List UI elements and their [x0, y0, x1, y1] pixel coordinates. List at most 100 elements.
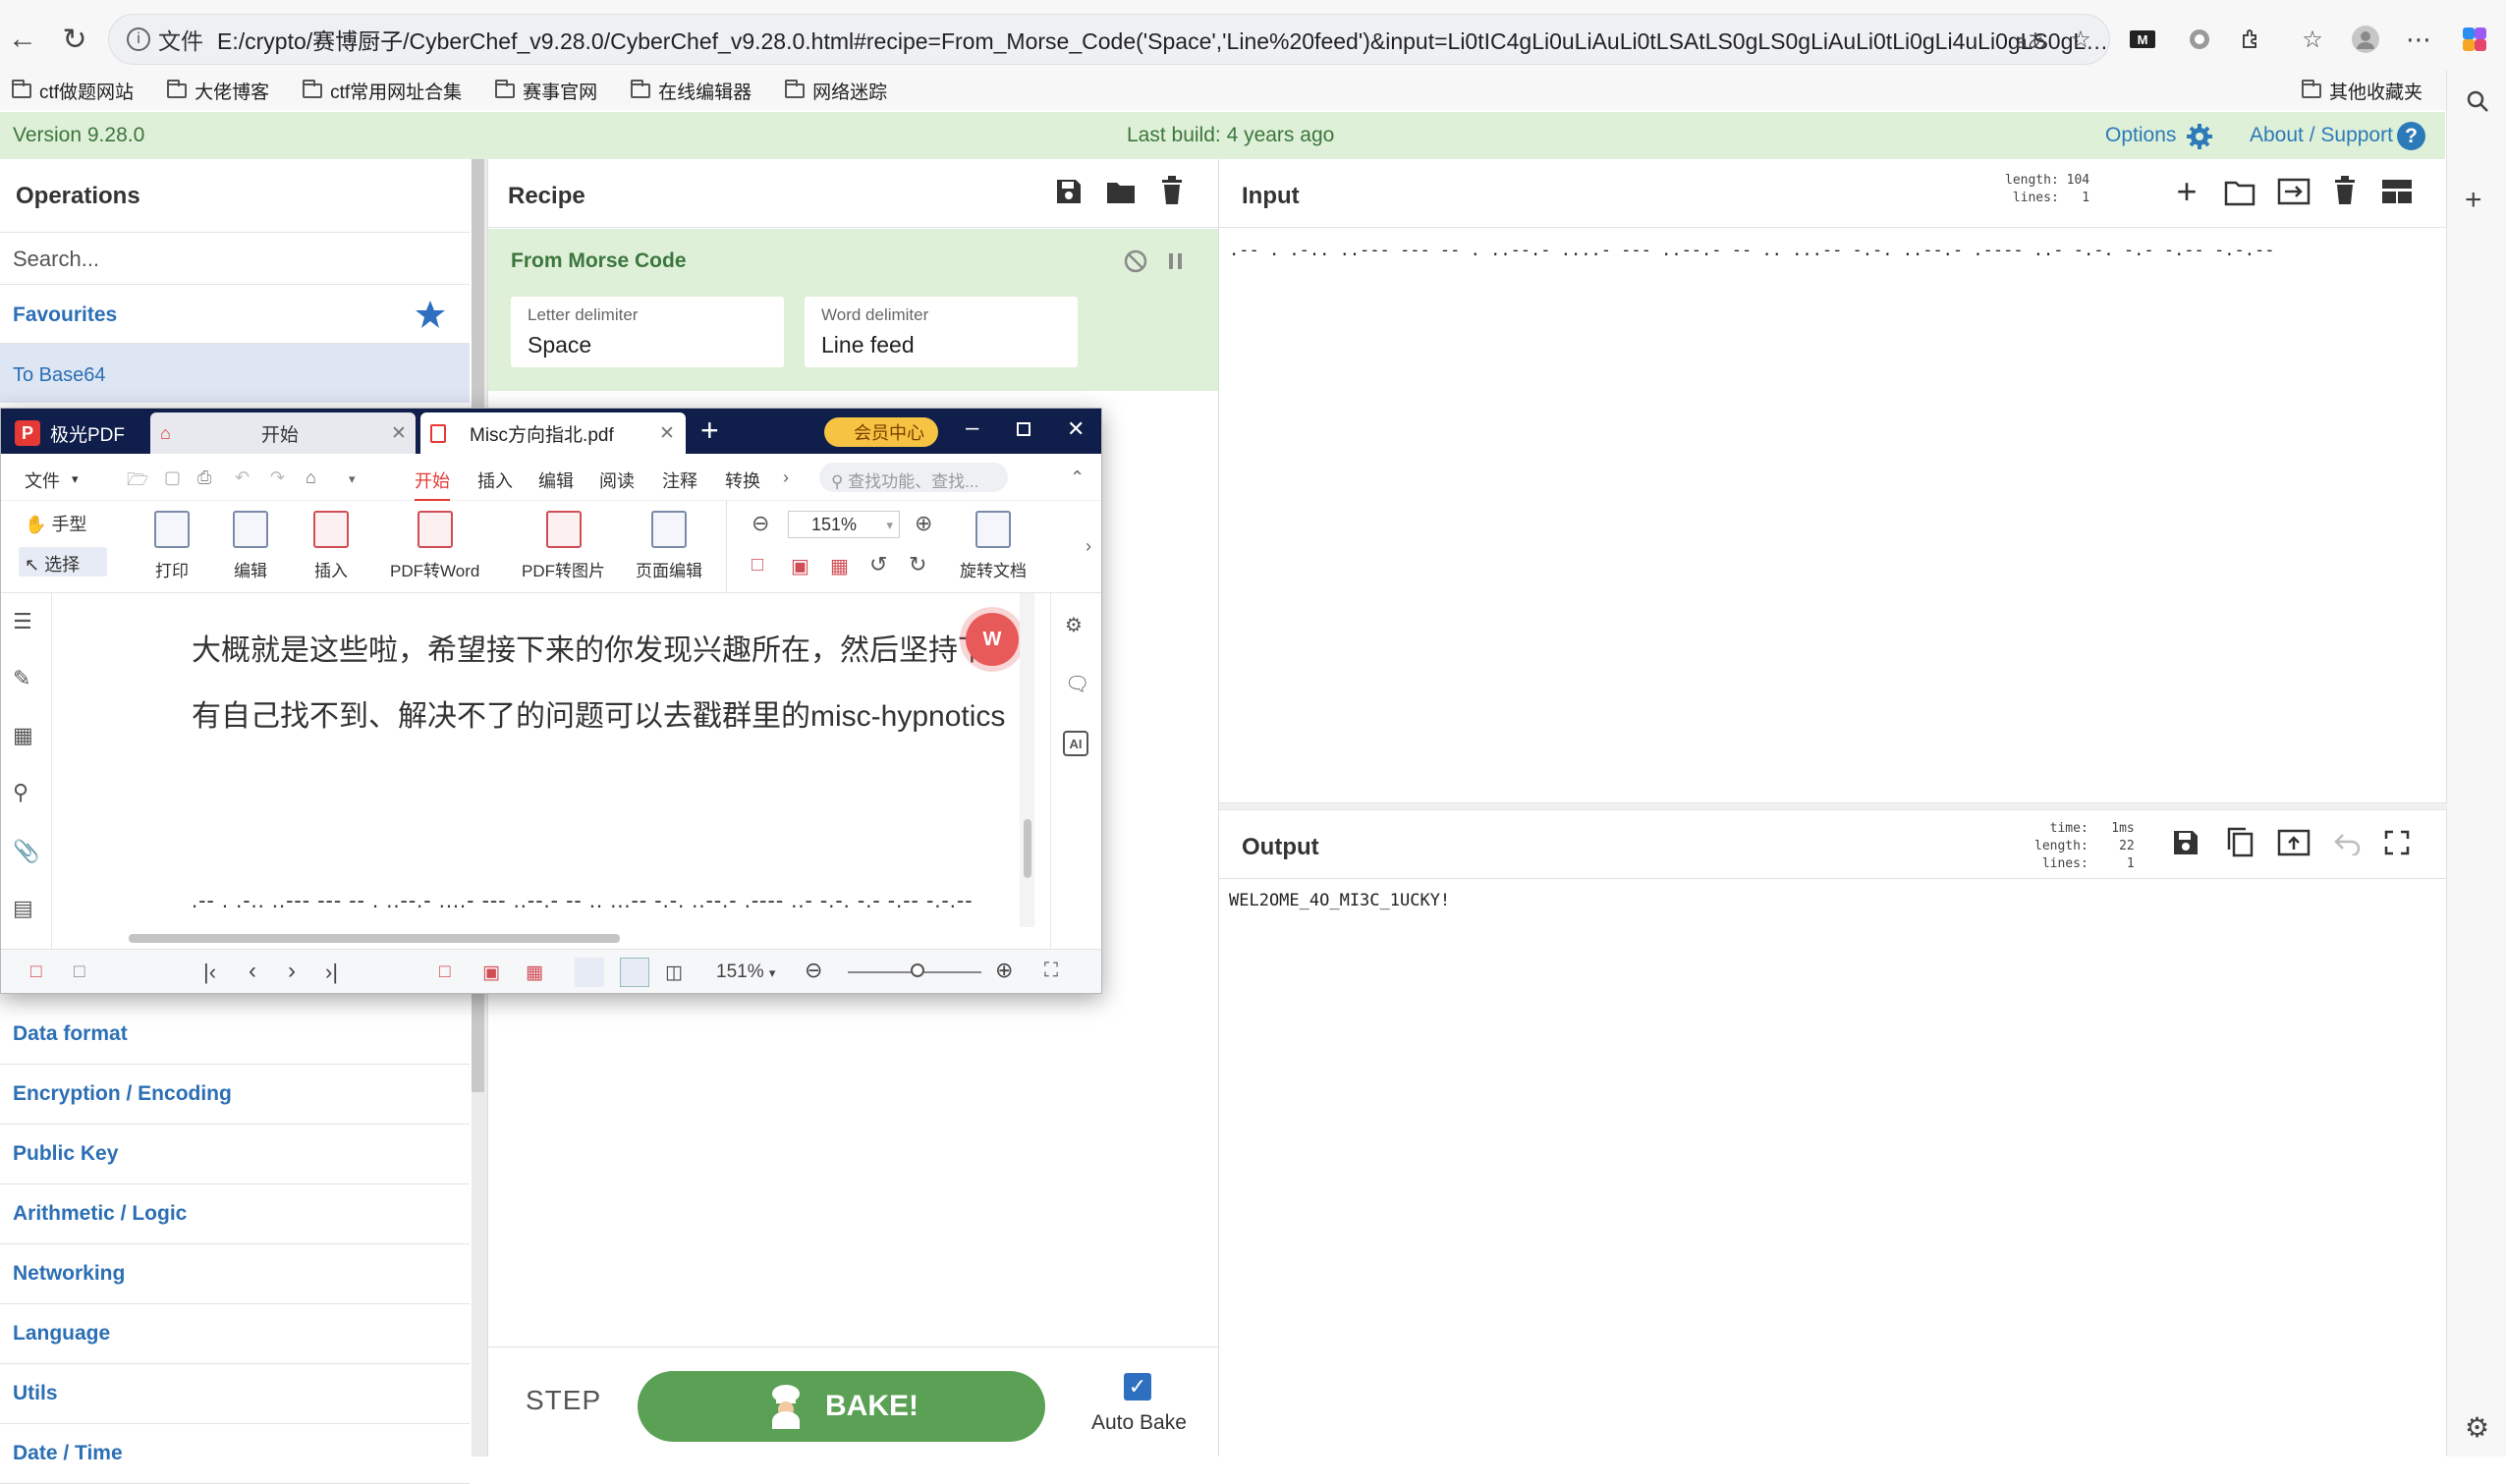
hand-tool[interactable]: ✋ 手型	[25, 511, 86, 536]
single-view-icon[interactable]	[620, 958, 649, 987]
next-page-icon[interactable]: ›	[288, 958, 296, 985]
signature-icon[interactable]: ✎	[13, 666, 30, 691]
previous-page-icon[interactable]: ‹	[249, 958, 256, 985]
rotate-right-icon[interactable]: ↻	[909, 552, 926, 577]
fullscreen-icon[interactable]: ⛶	[1044, 960, 1058, 982]
two-page-view-icon[interactable]: ◫	[665, 962, 683, 984]
chevron-up-icon[interactable]: ⌃	[1070, 467, 1085, 488]
search-icon[interactable]	[2465, 88, 2490, 114]
chevron-right-icon[interactable]: ›	[783, 467, 789, 488]
open-folder-icon[interactable]	[2224, 179, 2255, 206]
undo-icon[interactable]: ↶	[235, 467, 250, 488]
pdf-menu-start[interactable]: 开始	[415, 467, 450, 502]
double-page-icon[interactable]: □	[74, 962, 84, 983]
pdf-tab-file[interactable]: Misc方向指北.pdf ✕	[420, 412, 686, 454]
category-networking[interactable]: Networking	[0, 1244, 470, 1304]
fit-width-icon[interactable]: ▣	[482, 962, 500, 984]
reset-layout-icon[interactable]	[2381, 179, 2413, 204]
category-arithmetic-logic[interactable]: Arithmetic / Logic	[0, 1184, 470, 1244]
maximise-icon[interactable]	[2384, 830, 2410, 855]
operations-search-input[interactable]: Search...	[0, 232, 470, 285]
copilot-icon[interactable]	[2459, 24, 2490, 55]
output-text[interactable]: WEL2OME_4O_MI3C_1UCKY!	[1229, 891, 1450, 910]
chevron-right-icon[interactable]: ›	[1086, 536, 1091, 557]
category-language[interactable]: Language	[0, 1304, 470, 1364]
extension-circle-icon[interactable]	[2184, 24, 2215, 55]
io-divider[interactable]	[1219, 802, 2447, 810]
pdf-page-view[interactable]: 大概就是这些啦，希望接下来的你发现兴趣所在，然后坚持下 有自己找不到、解决不了的…	[52, 593, 1034, 949]
menu-icon[interactable]: ☰	[13, 609, 32, 634]
pdf-to-word-tool[interactable]: PDF转Word	[390, 511, 479, 581]
close-tab-icon[interactable]: ✕	[391, 422, 407, 445]
bookmark-item[interactable]: ctf常用网址合集	[303, 78, 462, 104]
translate-icon[interactable]: aあ	[2016, 24, 2047, 55]
auto-bake-checkbox[interactable]: ✓	[1124, 1373, 1151, 1401]
pdf-search-input[interactable]: ⚲ 查找功能、查找...	[819, 463, 1008, 492]
page-edit-tool[interactable]: 页面编辑	[636, 511, 702, 581]
operation-to-base64[interactable]: To Base64	[0, 344, 470, 403]
pause-icon[interactable]	[1166, 249, 1186, 273]
settings-sliders-icon[interactable]: ⚙	[1065, 613, 1083, 637]
add-icon[interactable]: +	[2465, 184, 2482, 217]
settings-gear-icon[interactable]: ⚙	[2465, 1411, 2489, 1444]
disable-icon[interactable]	[1123, 248, 1148, 274]
rotate-left-icon[interactable]: ↺	[869, 552, 887, 577]
vip-center-button[interactable]: 会员中心	[824, 417, 938, 447]
bake-button[interactable]: BAKE!	[638, 1371, 1045, 1442]
comment-icon[interactable]: 🗨	[1065, 672, 1089, 696]
pdf-to-image-tool[interactable]: PDF转图片	[522, 511, 605, 581]
pdf-scroll-thumb[interactable]	[1024, 819, 1031, 878]
bookmark-item[interactable]: 大佬博客	[167, 78, 269, 104]
select-tool[interactable]: ↖ 选择	[19, 547, 107, 577]
zoom-slider-thumb[interactable]	[911, 963, 924, 977]
redo-icon[interactable]: ↷	[270, 467, 285, 488]
step-button[interactable]: STEP	[526, 1385, 601, 1416]
pdf-menu-read[interactable]: 阅读	[599, 467, 635, 493]
actual-size-icon[interactable]: ▦	[526, 962, 543, 984]
replace-input-icon[interactable]	[2277, 828, 2311, 857]
thumbnails-icon[interactable]: ▦	[13, 723, 33, 748]
address-bar[interactable]: i 文件 E:/crypto/赛博厨子/CyberChef_v9.28.0/Cy…	[108, 14, 2110, 65]
word-convert-float-icon[interactable]: W	[966, 613, 1019, 666]
print-tool[interactable]: 打印	[154, 511, 190, 581]
continuous-view-icon[interactable]	[575, 958, 604, 987]
fit-width-icon[interactable]: ▣	[791, 554, 809, 578]
chevron-down-icon[interactable]: ▾	[72, 471, 79, 487]
back-icon[interactable]: ←	[5, 22, 40, 57]
zoom-select[interactable]: 151% ▾	[788, 511, 900, 538]
bookmark-item[interactable]: 在线编辑器	[631, 78, 752, 104]
actual-size-icon[interactable]: ▦	[830, 554, 849, 578]
close-window-icon[interactable]: ✕	[1067, 416, 1085, 442]
clear-input-trash-icon[interactable]	[2332, 175, 2358, 206]
single-page-icon[interactable]: □	[30, 962, 41, 983]
save-output-icon[interactable]	[2171, 828, 2200, 857]
attachment-icon[interactable]: 📎	[13, 839, 39, 864]
zoom-out-icon[interactable]: ⊖	[752, 511, 769, 536]
bookmark-item[interactable]: 赛事官网	[495, 78, 597, 104]
maximize-icon[interactable]	[1017, 422, 1030, 436]
about-support-link[interactable]: About / Support	[2250, 124, 2393, 147]
category-utils[interactable]: Utils	[0, 1364, 470, 1424]
close-tab-icon[interactable]: ✕	[659, 422, 675, 445]
extensions-puzzle-icon[interactable]	[2236, 24, 2267, 55]
rotate-document-tool[interactable]: 旋转文档	[960, 511, 1027, 581]
folder-open-icon[interactable]	[1105, 177, 1137, 206]
ai-icon[interactable]: AI	[1063, 731, 1088, 756]
fit-page-icon[interactable]: □	[752, 554, 763, 577]
chevron-down-icon[interactable]: ▾	[349, 471, 356, 487]
save-icon[interactable]	[1054, 177, 1084, 206]
search-icon[interactable]: ⚲	[13, 780, 28, 805]
gear-icon[interactable]	[2186, 123, 2213, 150]
zoom-in-icon[interactable]: ⊕	[915, 511, 932, 536]
home-icon[interactable]: ⌂	[306, 467, 316, 488]
save-icon[interactable]: ▢	[164, 467, 181, 488]
trash-icon[interactable]	[1159, 175, 1185, 206]
category-public-key[interactable]: Public Key	[0, 1125, 470, 1184]
pdf-menu-edit[interactable]: 编辑	[538, 467, 574, 493]
fit-page-icon[interactable]: □	[439, 962, 450, 983]
extension-mu-icon[interactable]: M	[2130, 30, 2155, 48]
new-tab-icon[interactable]: +	[700, 412, 719, 449]
pdf-menu-insert[interactable]: 插入	[477, 467, 513, 493]
category-encryption-encoding[interactable]: Encryption / Encoding	[0, 1065, 470, 1125]
print-icon[interactable]: ⎙	[197, 467, 211, 488]
